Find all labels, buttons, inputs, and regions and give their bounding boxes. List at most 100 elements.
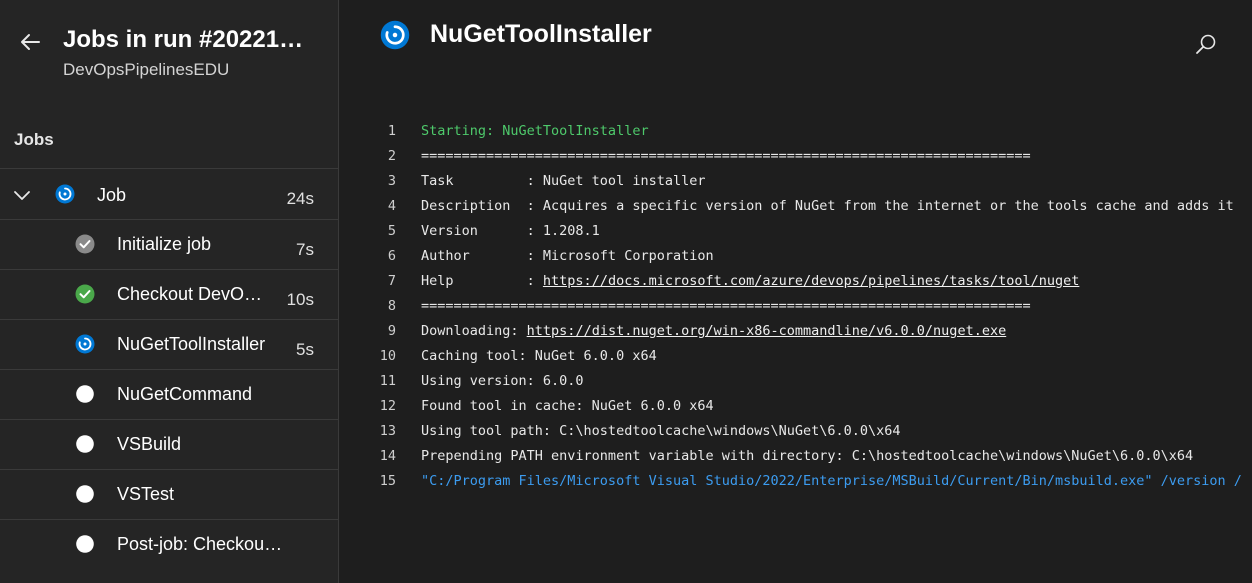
log-line-number: 6 <box>387 248 396 264</box>
step-duration: 5s <box>296 340 314 359</box>
log-text-segment: Task : NuGet tool installer <box>421 173 706 189</box>
log-text-segment: Caching tool: NuGet 6.0.0 x64 <box>421 348 657 364</box>
arrow-left-icon <box>21 34 40 50</box>
run-title: Jobs in run #20221… <box>63 26 304 53</box>
step-label: NuGetCommand <box>117 384 253 404</box>
log-text-segment: Downloading: <box>421 323 527 339</box>
log-text-segment: "C:/Program Files/Microsoft Visual Studi… <box>421 473 1242 489</box>
pending-circle-icon <box>75 534 95 554</box>
pending-circle-icon <box>75 484 95 504</box>
check-circle-icon <box>75 284 95 304</box>
log-line-text: ========================================… <box>421 148 1031 164</box>
log-line-text: Prepending PATH environment variable wit… <box>421 448 1193 464</box>
step-row-vstest[interactable]: VSTest <box>0 469 339 519</box>
log-link[interactable]: https://docs.microsoft.com/azure/devops/… <box>543 273 1079 289</box>
check-circle-icon <box>75 234 95 254</box>
log-line-number: 5 <box>387 223 396 239</box>
log-text-segment: Version : 1.208.1 <box>421 223 600 239</box>
step-row-checkout[interactable]: Checkout DevO… 10s <box>0 269 339 319</box>
step-label: Checkout DevO… <box>117 284 263 304</box>
log-line-number: 9 <box>387 323 396 339</box>
running-status-icon <box>380 20 410 50</box>
log-line-text: Help : https://docs.microsoft.com/azure/… <box>421 273 1079 289</box>
step-row-nugetcommand[interactable]: NuGetCommand <box>0 369 339 419</box>
log-panel: NuGetToolInstaller 1 Starting: NuGetToolI… <box>340 0 1252 583</box>
log-line-text: "C:/Program Files/Microsoft Visual Studi… <box>421 473 1242 489</box>
running-status-icon <box>55 184 75 204</box>
log-line: 5 Version : 1.208.1 <box>340 218 1252 243</box>
running-status-icon <box>75 334 95 354</box>
log-line-number: 12 <box>379 398 396 414</box>
step-row-initialize-job[interactable]: Initialize job 7s <box>0 219 339 269</box>
log-line-number: 10 <box>379 348 396 364</box>
log-line: 1 Starting: NuGetToolInstaller <box>340 118 1252 143</box>
log-line-text: Description : Acquires a specific versio… <box>421 198 1234 214</box>
search-button[interactable] <box>1194 32 1218 56</box>
log-line-number: 3 <box>387 173 396 189</box>
log-line: 9 Downloading: https://dist.nuget.org/win… <box>340 318 1252 343</box>
log-line-number: 14 <box>379 448 396 464</box>
log-line-text: Found tool in cache: NuGet 6.0.0 x64 <box>421 398 714 414</box>
log-line-text: Author : Microsoft Corporation <box>421 248 714 264</box>
step-label: VSBuild <box>117 434 182 454</box>
log-line: 10 Caching tool: NuGet 6.0.0 x64 <box>340 343 1252 368</box>
log-text-segment: Author : Microsoft Corporation <box>421 248 714 264</box>
log-line: 8 =======================================… <box>340 293 1252 318</box>
pending-circle-icon <box>75 384 95 404</box>
log-line-number: 1 <box>387 123 396 139</box>
log-line: 11 Using version: 6.0.0 <box>340 368 1252 393</box>
pending-circle-icon <box>75 434 95 454</box>
log-line: 15 "C:/Program Files/Microsoft Visual Stu… <box>340 468 1252 493</box>
step-row-post-job-checkout[interactable]: Post-job: Checkout … <box>0 519 339 569</box>
log-line-number: 13 <box>379 423 396 439</box>
step-label: VSTest <box>117 484 175 504</box>
log-output[interactable]: 1 Starting: NuGetToolInstaller 2 ==========… <box>340 118 1252 493</box>
step-duration: 10s <box>286 290 314 309</box>
job-duration: 24s <box>286 189 314 208</box>
jobs-sidebar: Jobs in run #20221… DevOpsPipelinesEDU J… <box>0 0 339 583</box>
search-icon <box>1196 34 1216 54</box>
log-text-segment: Help : <box>421 273 543 289</box>
step-label: Post-job: Checkout … <box>117 534 287 554</box>
log-line-text: Downloading: https://dist.nuget.org/win-… <box>421 323 1006 339</box>
log-line-text: Using tool path: C:\hostedtoolcache\wind… <box>421 423 901 439</box>
log-text-segment: Found tool in cache: NuGet 6.0.0 x64 <box>421 398 714 414</box>
step-duration: 7s <box>296 240 314 259</box>
log-line: 7 Help : https://docs.microsoft.com/azure… <box>340 268 1252 293</box>
log-line-text: Caching tool: NuGet 6.0.0 x64 <box>421 348 657 364</box>
log-line-text: Task : NuGet tool installer <box>421 173 705 189</box>
job-list: Job 24s Initialize job 7s Checkout DevO…… <box>0 168 339 569</box>
step-row-nugettoolinstaller[interactable]: NuGetToolInstaller 5s <box>0 319 339 369</box>
job-label: Job <box>97 185 127 205</box>
log-line-text: Starting: NuGetToolInstaller <box>421 123 649 139</box>
log-line: 6 Author : Microsoft Corporation <box>340 243 1252 268</box>
log-line-text: Using version: 6.0.0 <box>421 373 584 389</box>
step-row-vsbuild[interactable]: VSBuild <box>0 419 339 469</box>
step-label: NuGetToolInstaller <box>117 334 266 354</box>
log-text-segment: Description : Acquires a specific versio… <box>421 198 1234 214</box>
log-text-segment: Starting: NuGetToolInstaller <box>421 123 649 139</box>
log-line: 3 Task : NuGet tool installer <box>340 168 1252 193</box>
log-line-number: 4 <box>387 198 396 214</box>
log-line-number: 8 <box>387 298 396 314</box>
log-text-segment: ========================================… <box>421 298 1031 314</box>
log-line-number: 2 <box>387 148 396 164</box>
chevron-down-icon[interactable] <box>12 185 32 205</box>
log-line: 13 Using tool path: C:\hostedtoolcache\wi… <box>340 418 1252 443</box>
log-line-number: 7 <box>387 273 396 289</box>
back-button[interactable] <box>14 26 46 58</box>
log-link[interactable]: https://dist.nuget.org/win-x86-commandli… <box>527 323 1007 339</box>
log-line-text: ========================================… <box>421 298 1031 314</box>
log-line-text: Version : 1.208.1 <box>421 223 600 239</box>
task-title: NuGetToolInstaller <box>430 20 652 48</box>
log-line-number: 11 <box>379 373 396 389</box>
log-line: 4 Description : Acquires a specific versi… <box>340 193 1252 218</box>
log-text-segment: ========================================… <box>421 148 1031 164</box>
log-text-segment: Prepending PATH environment variable wit… <box>421 448 1194 464</box>
log-line: 12 Found tool in cache: NuGet 6.0.0 x64 <box>340 393 1252 418</box>
log-text-segment: Using tool path: C:\hostedtoolcache\wind… <box>421 423 901 439</box>
log-line-number: 15 <box>379 473 396 489</box>
job-row[interactable]: Job 24s <box>0 168 339 219</box>
log-text-segment: Using version: 6.0.0 <box>421 373 584 389</box>
log-line: 2 =======================================… <box>340 143 1252 168</box>
